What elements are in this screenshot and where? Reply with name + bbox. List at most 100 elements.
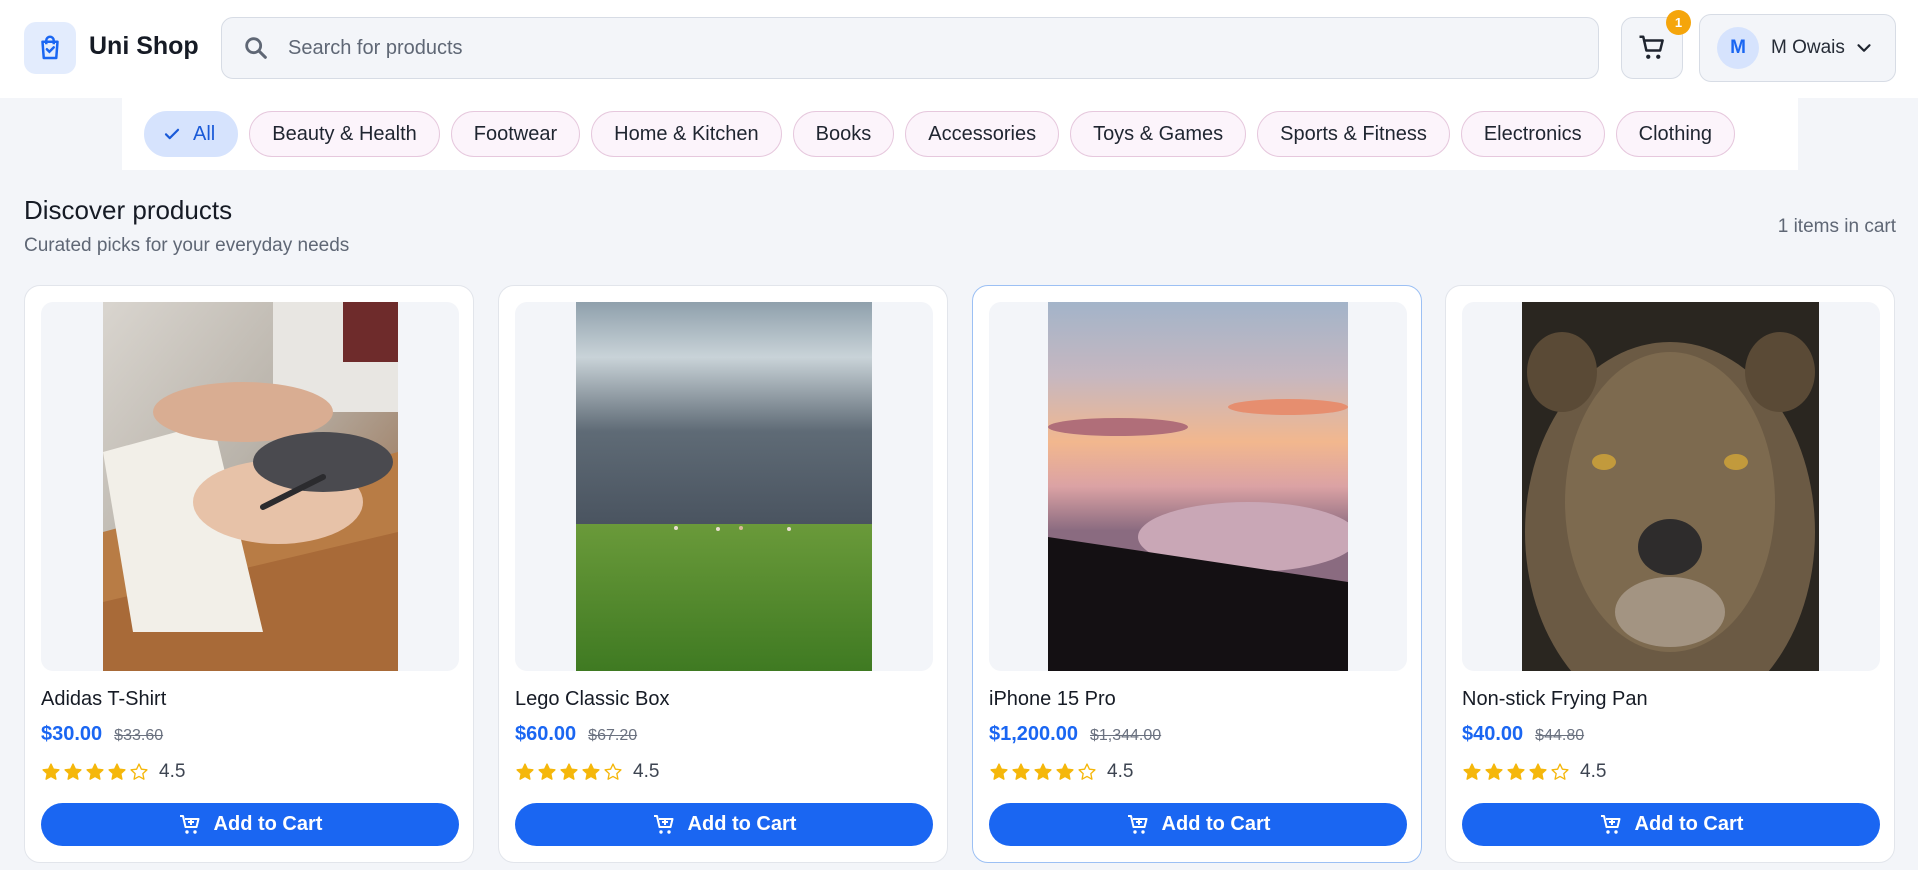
section-title: Discover products (24, 195, 233, 225)
category-chip-sports-fitness[interactable]: Sports & Fitness (1257, 111, 1450, 157)
rating-value: 4.5 (159, 761, 186, 782)
product-price: $60.00 (515, 723, 577, 745)
search-icon (245, 37, 267, 59)
category-chip-clothing[interactable]: Clothing (1615, 111, 1736, 157)
add-cart-icon (1127, 814, 1148, 834)
product-price: $30.00 (41, 723, 103, 745)
product-image-sunset-clouds[interactable] (1048, 302, 1348, 671)
product-image-frame (41, 302, 459, 671)
product-card[interactable]: Lego Classic Box $60.00 $67.20 4.5 Add t… (498, 285, 948, 863)
star-full-icon (1034, 763, 1052, 780)
star-empty-icon (604, 763, 622, 780)
star-empty-icon (1551, 763, 1569, 780)
category-bar: All Beauty & Health Footwear Home & Kitc… (122, 98, 1798, 170)
star-full-icon (582, 763, 600, 780)
star-full-icon (560, 763, 578, 780)
price-row: $60.00 $67.20 (515, 723, 637, 746)
brand-name: Uni Shop (89, 32, 199, 60)
logo[interactable] (24, 22, 76, 74)
category-chip-all[interactable]: All (144, 111, 239, 157)
product-image-storm-field[interactable] (576, 302, 872, 671)
rating-value: 4.5 (1107, 761, 1134, 782)
star-empty-icon (130, 763, 148, 780)
star-full-icon (516, 763, 534, 780)
product-image-lioness[interactable] (1522, 302, 1819, 671)
star-rating (41, 762, 149, 782)
product-card[interactable]: Non-stick Frying Pan $40.00 $44.80 4.5 A… (1445, 285, 1895, 863)
top-header: Uni Shop 1 M M Owais (0, 0, 1918, 98)
star-full-icon (86, 763, 104, 780)
section-subtitle: Curated picks for your everyday needs (24, 235, 350, 256)
add-to-cart-button[interactable]: Add to Cart (989, 803, 1407, 846)
rating-row: 4.5 (1462, 761, 1606, 783)
star-rating (515, 762, 623, 782)
product-card[interactable]: Adidas T-Shirt $30.00 $33.60 4.5 Add to … (24, 285, 474, 863)
product-price: $1,200.00 (989, 723, 1078, 745)
user-menu-button[interactable]: M M Owais (1699, 14, 1896, 82)
product-old-price: $1,344.00 (1089, 727, 1162, 744)
avatar: M (1717, 27, 1759, 69)
category-chip-beauty-health[interactable]: Beauty & Health (249, 111, 440, 157)
star-rating (1462, 762, 1570, 782)
add-cart-icon (1600, 814, 1621, 834)
user-name: M Owais (1771, 37, 1845, 58)
add-to-cart-button[interactable]: Add to Cart (515, 803, 933, 846)
price-row: $1,200.00 $1,344.00 (989, 723, 1161, 746)
rating-value: 4.5 (633, 761, 660, 782)
price-row: $40.00 $44.80 (1462, 723, 1584, 746)
rating-value: 4.5 (1580, 761, 1607, 782)
category-chip-accessories[interactable]: Accessories (905, 111, 1060, 157)
product-price: $40.00 (1462, 723, 1524, 745)
category-chip-footwear[interactable]: Footwear (450, 111, 581, 157)
star-full-icon (42, 763, 60, 780)
add-to-cart-label: Add to Cart (1161, 813, 1271, 835)
star-full-icon (1463, 763, 1481, 780)
product-name[interactable]: Adidas T-Shirt (41, 688, 166, 711)
cart-icon (1639, 35, 1664, 59)
product-name[interactable]: iPhone 15 Pro (989, 688, 1116, 711)
chevron-down-icon (1857, 44, 1871, 52)
add-to-cart-label: Add to Cart (1634, 813, 1744, 835)
rating-row: 4.5 (989, 761, 1133, 783)
category-chip-electronics[interactable]: Electronics (1460, 111, 1605, 157)
product-image-hand-writing[interactable] (103, 302, 398, 671)
product-old-price: $44.80 (1535, 727, 1585, 744)
search-bar[interactable] (221, 17, 1599, 79)
star-full-icon (1485, 763, 1503, 780)
add-cart-icon (653, 814, 674, 834)
search-input[interactable] (288, 36, 1488, 60)
category-chip-toys-games[interactable]: Toys & Games (1070, 111, 1247, 157)
cart-items-count: 1 items in cart (1777, 216, 1896, 237)
star-full-icon (1507, 763, 1525, 780)
star-full-icon (1012, 763, 1030, 780)
shopping-bag-icon (41, 35, 59, 60)
star-full-icon (108, 763, 126, 780)
category-label: All (193, 122, 216, 145)
check-icon (164, 128, 180, 140)
add-to-cart-button[interactable]: Add to Cart (1462, 803, 1880, 846)
star-full-icon (538, 763, 556, 780)
add-to-cart-label: Add to Cart (213, 813, 323, 835)
price-row: $30.00 $33.60 (41, 723, 163, 746)
add-cart-icon (179, 814, 200, 834)
add-to-cart-button[interactable]: Add to Cart (41, 803, 459, 846)
rating-row: 4.5 (515, 761, 659, 783)
category-chip-home-kitchen[interactable]: Home & Kitchen (591, 111, 782, 157)
product-image-frame (515, 302, 933, 671)
star-empty-icon (1078, 763, 1096, 780)
product-old-price: $67.20 (588, 727, 638, 744)
star-rating (989, 762, 1097, 782)
product-image-frame (1462, 302, 1880, 671)
rating-row: 4.5 (41, 761, 185, 783)
product-card[interactable]: iPhone 15 Pro $1,200.00 $1,344.00 4.5 Ad… (972, 285, 1422, 863)
star-full-icon (990, 763, 1008, 780)
add-to-cart-label: Add to Cart (687, 813, 797, 835)
product-old-price: $33.60 (114, 727, 164, 744)
product-name[interactable]: Lego Classic Box (515, 688, 670, 711)
star-full-icon (64, 763, 82, 780)
cart-count-badge: 1 (1666, 10, 1691, 35)
product-name[interactable]: Non-stick Frying Pan (1462, 688, 1648, 711)
category-chip-books[interactable]: Books (792, 111, 895, 157)
star-full-icon (1056, 763, 1074, 780)
star-full-icon (1529, 763, 1547, 780)
